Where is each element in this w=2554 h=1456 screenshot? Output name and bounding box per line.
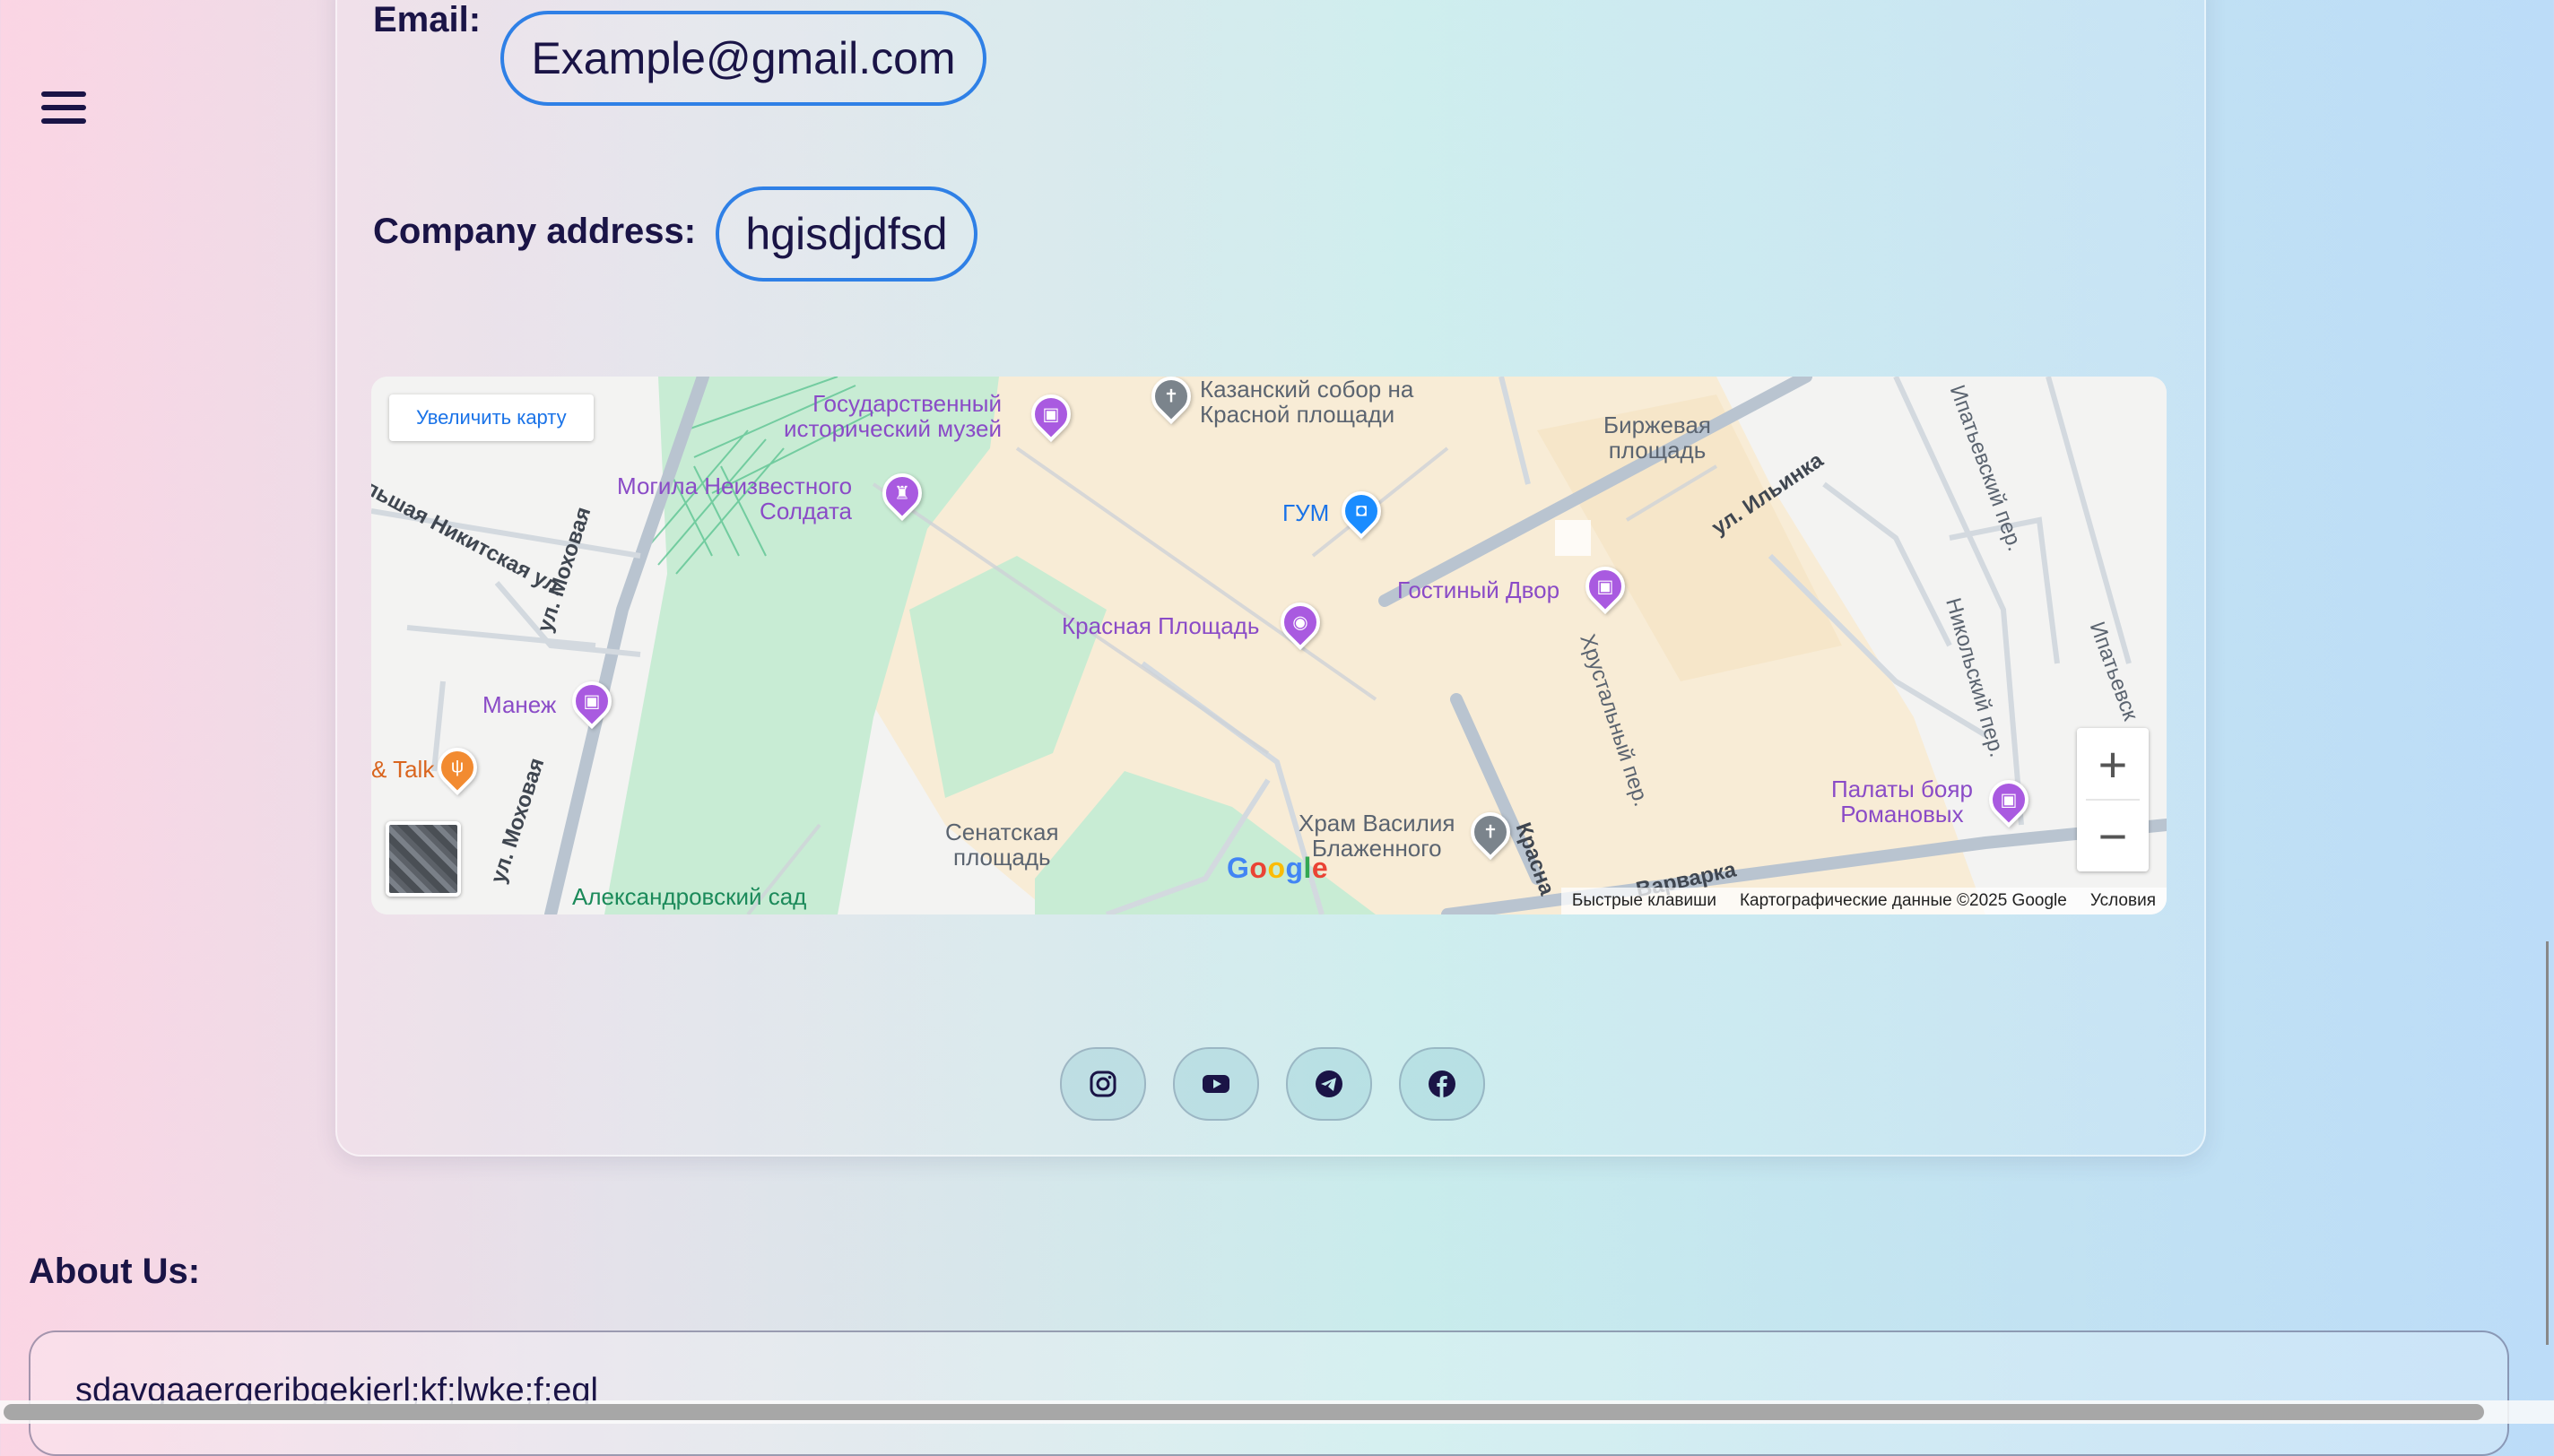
email-field[interactable]: Example@gmail.com [500, 11, 986, 106]
keyboard-shortcuts-link[interactable]: Быстрые клавиши [1572, 891, 1716, 911]
google-logo: Google [1227, 852, 1329, 884]
telegram-button[interactable] [1286, 1047, 1372, 1121]
map-label-talk[interactable]: & Talk [371, 757, 434, 782]
horizontal-scrollbar[interactable] [0, 1400, 2554, 1424]
enlarge-map-button[interactable]: Увеличить карту [389, 394, 594, 441]
company-address-label: Company address: [373, 212, 697, 251]
youtube-icon [1203, 1075, 1229, 1093]
map-label-manezh[interactable]: Манеж [482, 692, 556, 717]
terms-link[interactable]: Условия [2090, 891, 2156, 911]
map-label-gum[interactable]: ГУМ [1282, 500, 1329, 525]
satellite-layer-toggle[interactable] [386, 821, 461, 897]
about-us-heading: About Us: [29, 1252, 201, 1291]
zoom-out-button[interactable]: − [2077, 800, 2149, 871]
youtube-button[interactable] [1173, 1047, 1259, 1121]
map-label-red-square[interactable]: Красная Площадь [1062, 613, 1259, 638]
embedded-map[interactable]: Увеличить карту Государственный историче… [371, 377, 2167, 914]
vertical-scrollbar[interactable] [2546, 941, 2549, 1345]
map-data-credit: Картографические данные ©2025 Google [1739, 891, 2067, 910]
map-label-kazan-cathedral[interactable]: Казанский собор на Красной площади [1200, 377, 1413, 427]
hamburger-menu-icon[interactable] [41, 91, 86, 133]
map-label-gostiny-dvor[interactable]: Гостиный Двор [1397, 577, 1559, 602]
map-label-unknown-soldier[interactable]: Могила Неизвестного Солдата [617, 473, 852, 524]
zoom-in-button[interactable]: + [2077, 728, 2149, 800]
about-us-textbox[interactable]: sdavgaaergeribgekjerl;kf;lwke;f;eql [29, 1330, 2509, 1456]
company-address-field[interactable]: hgisdjdfsd [716, 186, 977, 282]
map-label-exchange-square: Биржевая площадь [1603, 412, 1711, 464]
instagram-button[interactable] [1060, 1047, 1146, 1121]
instagram-icon [1090, 1070, 1116, 1097]
email-label: Email: [373, 0, 482, 39]
map-base [371, 377, 2167, 914]
map-attribution: Быстрые клавиши Картографические данные … [1560, 888, 2167, 914]
zoom-divider [2086, 799, 2140, 801]
map-zoom-control: + − [2077, 728, 2149, 871]
horizontal-scrollbar-thumb[interactable] [4, 1404, 2484, 1420]
facebook-icon [1429, 1070, 1455, 1097]
social-links [1060, 1047, 1485, 1121]
map-label-history-museum[interactable]: Государственный исторический музей [784, 391, 1002, 441]
map-label-senate-square: Сенатская площадь [945, 819, 1059, 871]
telegram-icon [1316, 1070, 1342, 1097]
facebook-button[interactable] [1399, 1047, 1485, 1121]
map-label-romanov-chambers[interactable]: Палаты бояр Романовых [1831, 776, 1973, 827]
map-label-alexander-garden[interactable]: Александровский сад [572, 884, 806, 909]
